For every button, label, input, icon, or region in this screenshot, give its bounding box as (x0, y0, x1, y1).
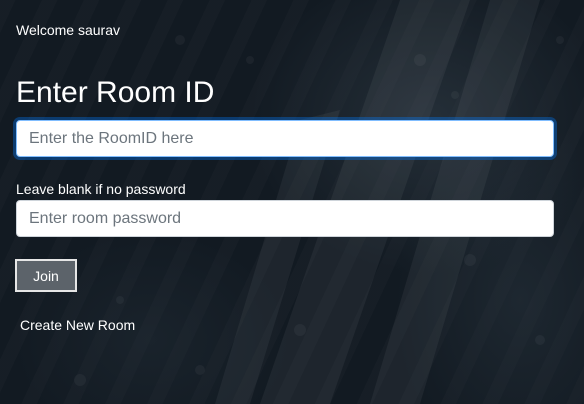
join-button[interactable]: Join (15, 259, 77, 292)
room-password-input[interactable] (16, 200, 554, 237)
password-hint-label: Leave blank if no password (16, 181, 186, 197)
page-title: Enter Room ID (16, 76, 215, 109)
create-new-room-link[interactable]: Create New Room (20, 317, 135, 333)
welcome-message: Welcome saurav (16, 22, 121, 38)
room-id-input[interactable] (16, 120, 554, 157)
